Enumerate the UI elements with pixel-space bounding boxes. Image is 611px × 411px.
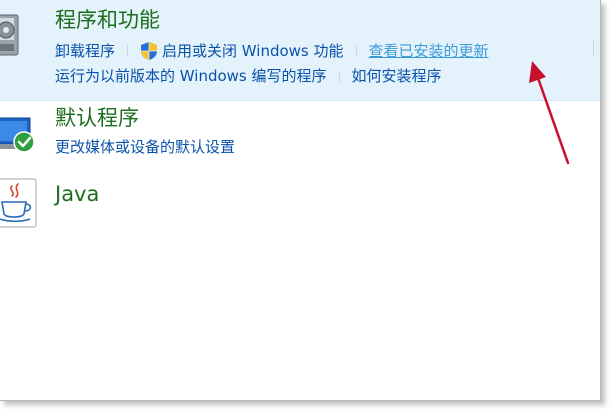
red-arrow-icon — [529, 61, 570, 165]
control-panel-window: 程序和功能 卸载程序 启用或关闭 Windows 功能 查看已安装的更新 运行为… — [0, 0, 601, 401]
